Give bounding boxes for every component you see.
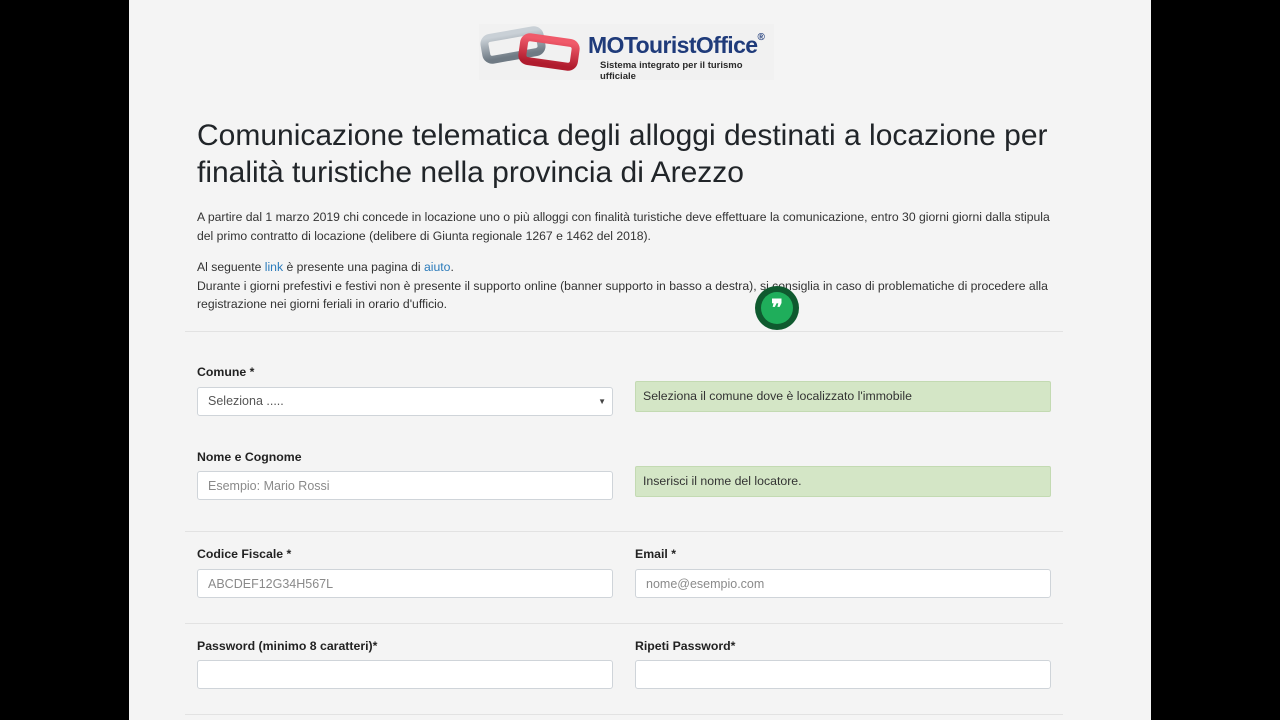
nome-input[interactable] [197,471,613,500]
brand-logo[interactable]: MOTouristOffice® Sistema integrato per i… [479,24,774,82]
chain-link-icon [480,26,580,71]
support-chat-button[interactable]: ❞ [755,286,799,330]
password-input[interactable] [197,660,613,689]
info-link[interactable]: link [265,260,283,274]
help-link[interactable]: aiuto [424,260,450,274]
divider [185,714,1063,715]
codice-fiscale-label: Codice Fiscale * [197,547,292,561]
info-middle: è presente una pagina di [283,260,425,274]
quote-chat-icon: ❞ [761,292,793,324]
logo-title: MOTouristOffice® [588,32,765,58]
repeat-password-input[interactable] [635,660,1051,689]
nome-hint: Inserisci il nome del locatore. [635,466,1051,497]
info-suffix: . [450,260,454,274]
email-field[interactable] [635,569,1051,598]
comune-selected-value: Seleziona ..... [208,394,284,408]
page: MOTouristOffice® Sistema integrato per i… [129,0,1151,720]
comune-label: Comune * [197,365,255,379]
repeat-password-label: Ripeti Password* [635,639,736,653]
page-title: Comunicazione telematica degli alloggi d… [197,119,1048,189]
divider [185,623,1063,624]
info-paragraph: Al seguente link è presente una pagina d… [197,258,1057,314]
divider [185,531,1063,532]
comune-select[interactable]: Seleziona ..... ▼ [197,387,613,416]
chevron-down-icon: ▼ [598,397,606,406]
comune-hint: Seleziona il comune dove è localizzato l… [635,381,1051,412]
info-prefix: Al seguente [197,260,265,274]
logo-subtitle: Sistema integrato per il turismo ufficia… [600,60,743,82]
nome-label: Nome e Cognome [197,450,302,464]
divider [185,331,1063,332]
codice-fiscale-input[interactable] [197,569,613,598]
email-label: Email * [635,547,677,561]
support-notice: Durante i giorni prefestivi e festivi no… [197,278,1048,312]
password-label: Password (minimo 8 caratteri)* [197,639,378,653]
intro-paragraph: A partire dal 1 marzo 2019 chi concede i… [197,210,1050,243]
